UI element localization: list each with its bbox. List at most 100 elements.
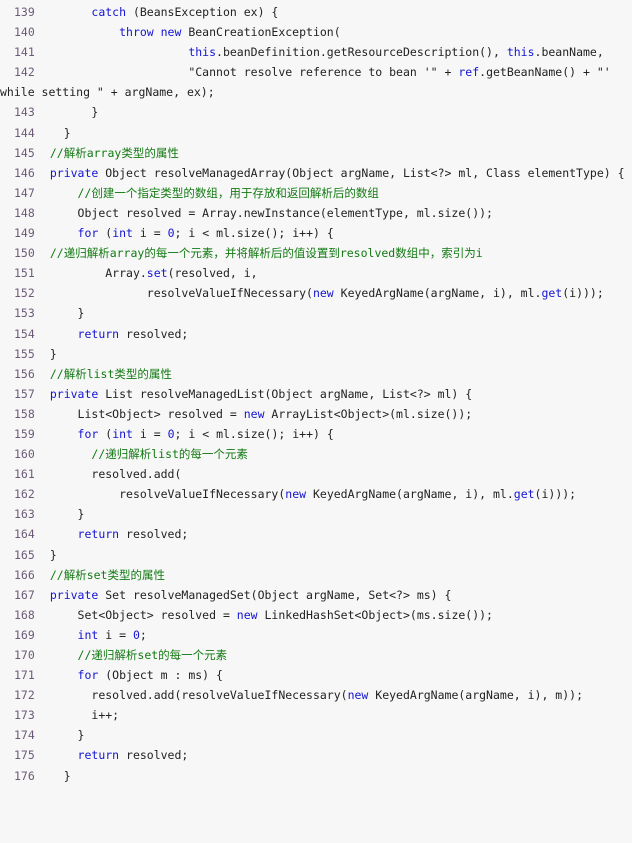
token-cmt: //解析set类型的属性 [49, 567, 165, 582]
code-line-source: } [36, 347, 57, 361]
token-plain: Set resolveManagedSet(Object argName, Se… [98, 587, 452, 602]
token-kw: new [243, 406, 265, 421]
token-plain: } [77, 507, 85, 522]
token-meth: get [513, 487, 535, 502]
code-line-source: Set<Object> resolved = new LinkedHashSet… [36, 608, 493, 622]
token-plain: .beanDefinition.getResourceDescription()… [216, 45, 507, 60]
code-line: 165 } [0, 545, 632, 565]
token-cmt: //递归解析array的每一个元素，并将解析后的值设置到resolved数组中，… [49, 246, 483, 261]
code-line: 147 //创建一个指定类型的数组，用于存放和返回解析后的数组 [0, 183, 632, 203]
token-kw: new [285, 487, 307, 502]
line-number: 157 [14, 386, 35, 401]
code-line-source: return resolved; [36, 327, 189, 341]
code-line-source: } [36, 105, 98, 119]
code-line: 169 int i = 0; [0, 625, 632, 645]
line-number: 140 [14, 25, 35, 40]
code-line: 176 } [0, 766, 632, 786]
token-num: 0 [132, 627, 140, 642]
line-number: 155 [14, 346, 35, 361]
token-plain: .beanName, [534, 45, 604, 60]
line-number: 154 [14, 326, 35, 341]
token-plain: Object resolved = Array.newInstance(elem… [77, 205, 493, 220]
token-plain: Set<Object> resolved = [77, 607, 237, 622]
line-number: 159 [14, 426, 35, 441]
line-number: 170 [14, 648, 35, 662]
code-line: 167 private Set resolveManagedSet(Object… [0, 585, 632, 605]
token-plain: (resolved, i, [167, 266, 258, 281]
token-plain: KeyedArgName(argName, i), ml. [333, 286, 542, 301]
code-line-source: resolveValueIfNecessary(new KeyedArgName… [36, 487, 576, 501]
code-line: 141 this.beanDefinition.getResourceDescr… [0, 42, 632, 62]
code-line: 142 "Cannot resolve reference to bean '"… [0, 62, 632, 102]
token-plain: (Object m : ms) { [98, 668, 223, 683]
token-plain: resolved; [119, 748, 189, 763]
code-line-source: return resolved; [36, 527, 189, 542]
code-line: 154 return resolved; [0, 324, 632, 344]
code-line: 171 for (Object m : ms) { [0, 665, 632, 685]
code-line-source: "Cannot resolve reference to bean '" + r… [0, 65, 618, 99]
line-number: 164 [14, 527, 35, 542]
token-kw: new [236, 607, 258, 622]
code-line-source: //解析set类型的属性 [36, 568, 165, 582]
code-line-source: private Object resolveManagedArray(Objec… [36, 166, 625, 180]
code-line: 164 return resolved; [0, 524, 632, 544]
line-number: 173 [14, 708, 35, 723]
token-cmt: //创建一个指定类型的数组，用于存放和返回解析后的数组 [77, 185, 379, 200]
code-line: 144 } [0, 123, 632, 143]
code-listing-viewer[interactable]: 139 catch (BeansException ex) {140 throw… [0, 0, 632, 843]
token-meth: ref [458, 65, 480, 80]
code-line: 156 //解析list类型的属性 [0, 364, 632, 384]
code-line: 175 return resolved; [0, 745, 632, 765]
token-kw: int [112, 426, 133, 441]
code-line-source: List<Object> resolved = new ArrayList<Ob… [36, 406, 473, 421]
code-line-source: //创建一个指定类型的数组，用于存放和返回解析后的数组 [36, 186, 379, 200]
line-number: 165 [14, 547, 35, 562]
token-plain: List resolveManagedList(Object argName, … [98, 386, 473, 401]
code-line: 163 } [0, 504, 632, 524]
token-plain: (i))); [534, 487, 577, 502]
token-kw: return [77, 527, 120, 542]
code-line: 159 for (int i = 0; i < ml.size(); i++) … [0, 424, 632, 444]
code-line-source: int i = 0; [36, 628, 147, 642]
line-number: 148 [14, 205, 35, 220]
line-number: 143 [14, 105, 35, 120]
token-plain: Object resolveManagedArray(Object argNam… [98, 165, 625, 180]
code-line-source: //递归解析list的每一个元素 [36, 447, 248, 461]
code-line-source: } [36, 126, 71, 140]
code-line: 174 } [0, 725, 632, 745]
code-line-source: for (Object m : ms) { [36, 668, 223, 682]
token-kw: new [347, 688, 369, 703]
token-plain: + [437, 65, 459, 80]
token-plain: resolved.add( [91, 467, 182, 482]
token-plain: ( [98, 226, 113, 241]
token-plain: (BeansException ex) { [126, 5, 279, 19]
line-number: 176 [14, 768, 35, 783]
token-kw: this [506, 45, 535, 60]
line-number: 139 [14, 5, 35, 19]
line-number: 152 [14, 286, 35, 301]
code-line: 146 private Object resolveManagedArray(O… [0, 163, 632, 183]
code-line-source: } [36, 728, 85, 743]
line-number: 150 [14, 246, 35, 261]
code-line: 143 } [0, 102, 632, 122]
token-plain: } [77, 728, 85, 743]
token-kw: catch [91, 5, 127, 19]
code-line-source: } [36, 306, 85, 320]
code-line-source: private List resolveManagedList(Object a… [36, 387, 472, 401]
line-number: 147 [14, 185, 35, 200]
